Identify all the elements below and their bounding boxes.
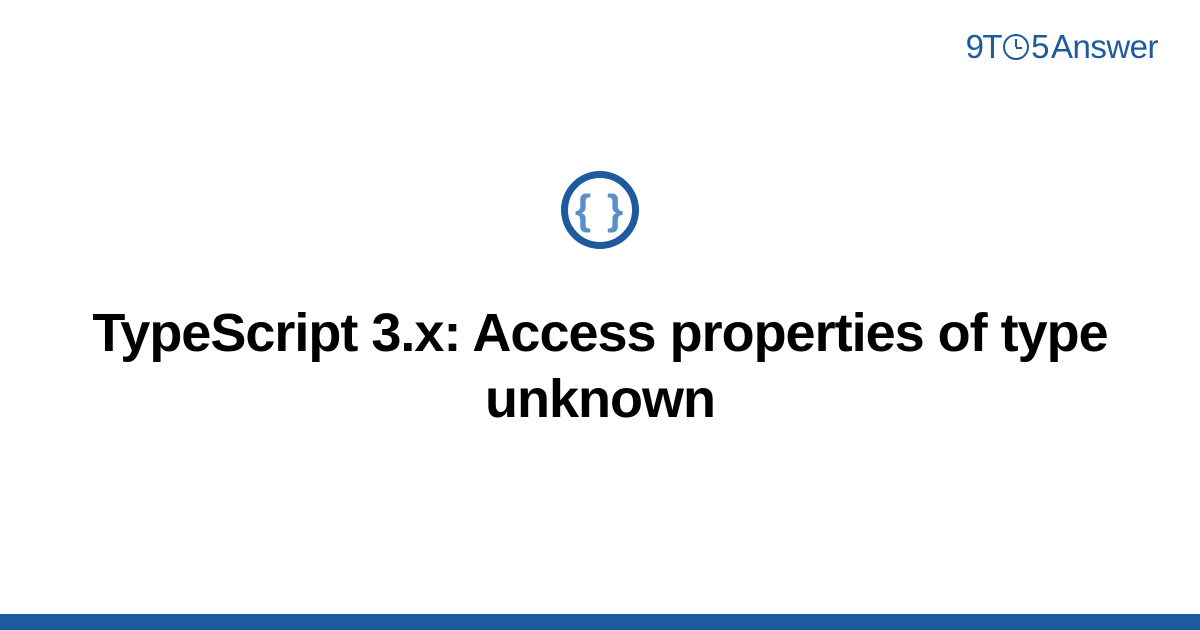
code-category-icon: { }: [561, 171, 639, 249]
logo-nine: 9: [966, 28, 984, 66]
footer-accent-bar: [0, 614, 1200, 630]
main-content: { } TypeScript 3.x: Access properties of…: [0, 171, 1200, 433]
logo-five: 5: [1031, 28, 1049, 66]
logo-t: T: [982, 28, 1002, 66]
site-logo: 9 T 5 Answer: [966, 28, 1158, 66]
clock-icon: [1003, 34, 1029, 60]
page-title: TypeScript 3.x: Access properties of typ…: [0, 301, 1200, 433]
logo-answer: Answer: [1051, 28, 1158, 66]
braces-icon: { }: [575, 189, 625, 231]
